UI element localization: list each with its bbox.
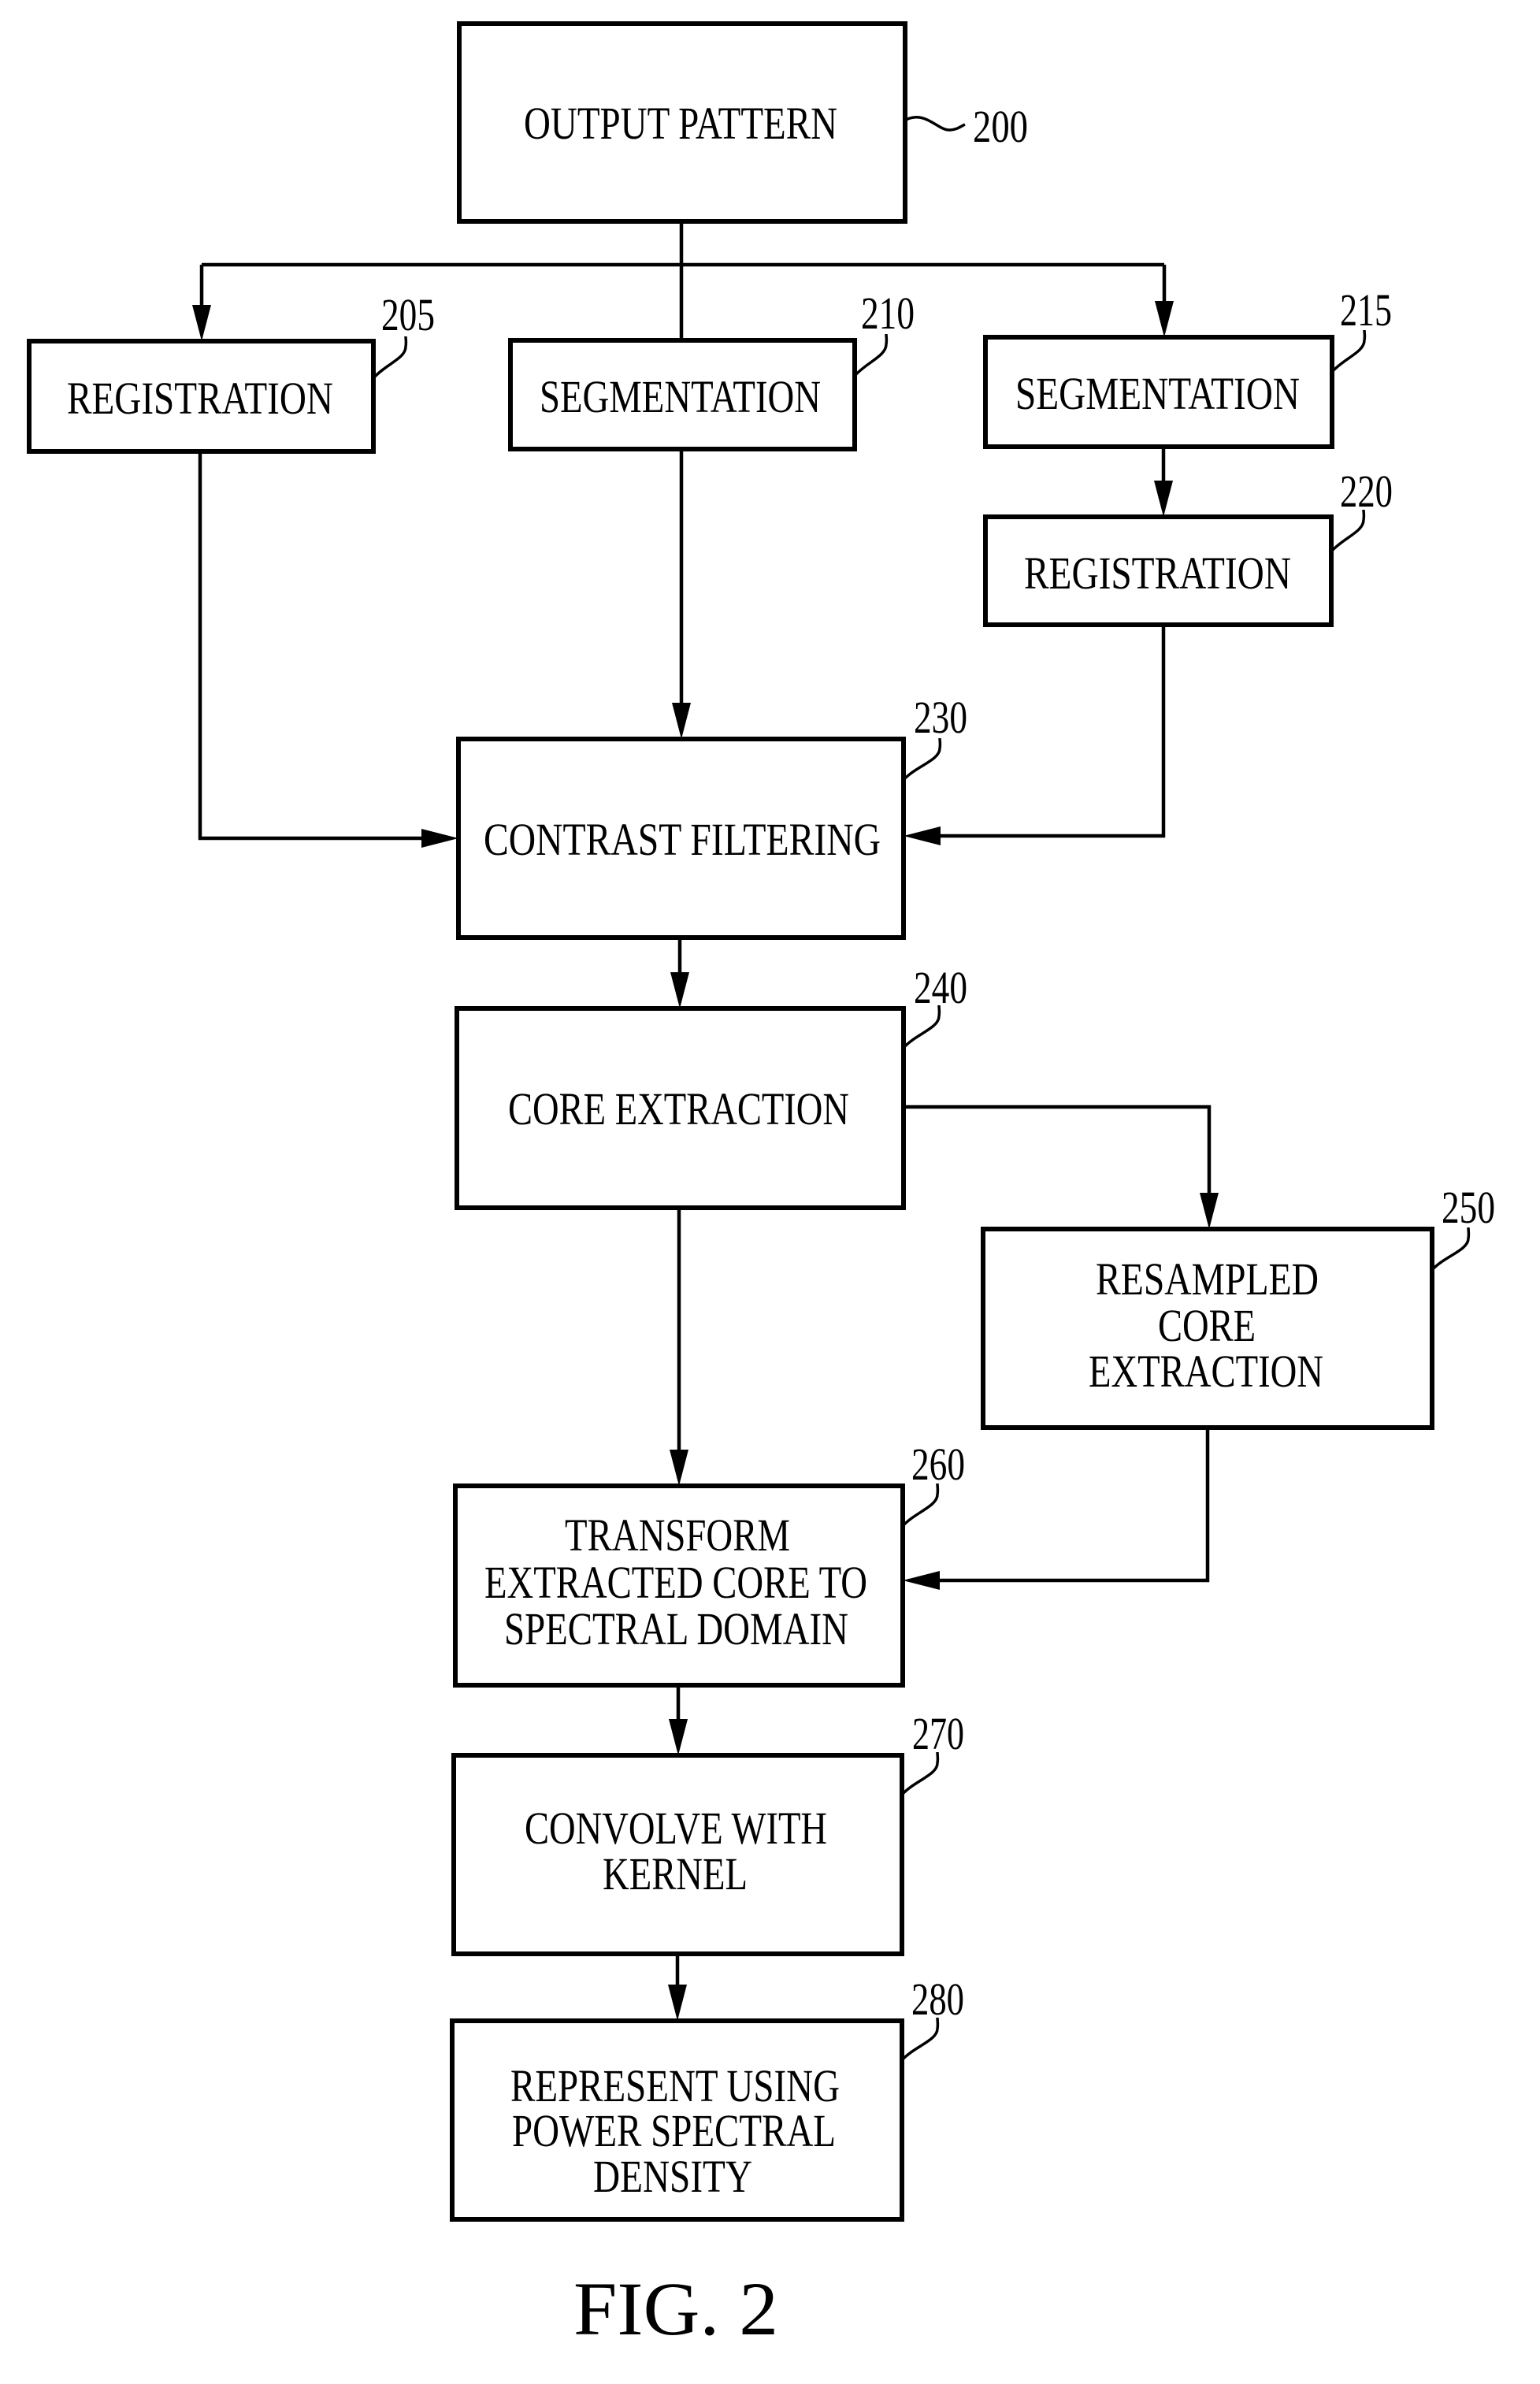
arrowhead-into-230-top [672,703,691,739]
ref-230: 230 [914,692,967,743]
label-resampled-line-3: EXTRACTION [1089,1346,1323,1397]
arrowhead-into-250 [1200,1193,1219,1229]
ref-210: 210 [861,288,915,339]
label-segmentation-210: SEGMENTATION [540,371,821,422]
ref-260: 260 [911,1439,965,1490]
label-registration-220: REGISTRATION [1024,548,1291,599]
ref-280: 280 [911,1974,964,2025]
ref-200: 200 [973,101,1028,152]
ref-205: 205 [381,289,435,340]
leader-250 [1431,1227,1471,1272]
label-registration-205: REGISTRATION [67,373,333,424]
edge-220-230 [937,625,1166,838]
label-transform-line-1: TRANSFORM [565,1509,790,1561]
arrowhead-into-230-left [421,829,458,848]
label-contrast-filtering: CONTRAST FILTERING [484,814,881,865]
edge-250-260 [936,1428,1210,1583]
ref-220: 220 [1340,466,1393,517]
label-transform-line-3: SPECTRAL DOMAIN [504,1603,848,1654]
ref-250: 250 [1442,1182,1495,1233]
label-core-extraction: CORE EXTRACTION [508,1083,849,1134]
arrowhead-into-260-top [670,1450,688,1486]
arrowhead-into-240 [670,972,689,1008]
figure-caption: FIG. 2 [573,2267,778,2351]
arrowhead-into-205 [192,305,211,341]
label-segmentation-215: SEGMENTATION [1015,368,1300,419]
label-represent-line-3: DENSITY [593,2151,752,2202]
label-resampled-line-1: RESAMPLED [1096,1253,1319,1305]
label-output-pattern: OUTPUT PATTERN [524,98,837,149]
label-transform-line-2: EXTRACTED CORE TO [484,1557,867,1608]
leader-210 [853,333,889,377]
label-represent-line-1: REPRESENT USING [510,2060,840,2111]
leader-260 [901,1483,940,1528]
label-convolve-line-1: CONVOLVE WITH [525,1803,827,1854]
ref-215: 215 [1340,284,1392,336]
leader-200 [905,116,966,132]
arrowhead-into-220 [1154,481,1173,517]
flowchart-figure: OUTPUT PATTERN REGISTRATION SEGMENTATION… [27,21,1495,2351]
leader-230 [902,737,942,782]
arrowhead-into-260-right [903,1571,940,1590]
ref-270: 270 [912,1708,964,1759]
ref-240: 240 [914,962,967,1013]
arrowhead-into-215 [1155,301,1174,337]
label-represent-line-2: POWER SPECTRAL [512,2105,836,2156]
arrowhead-into-280 [668,1985,687,2021]
arrowhead-into-270 [669,1719,688,1755]
edge-240-250 [904,1105,1212,1196]
label-convolve-line-2: KERNEL [603,1848,748,1899]
leader-205 [372,336,408,380]
arrowhead-into-230-right [904,826,941,845]
edge-205-230 [198,451,425,841]
leader-215 [1330,329,1367,373]
label-resampled-line-2: CORE [1158,1300,1256,1351]
